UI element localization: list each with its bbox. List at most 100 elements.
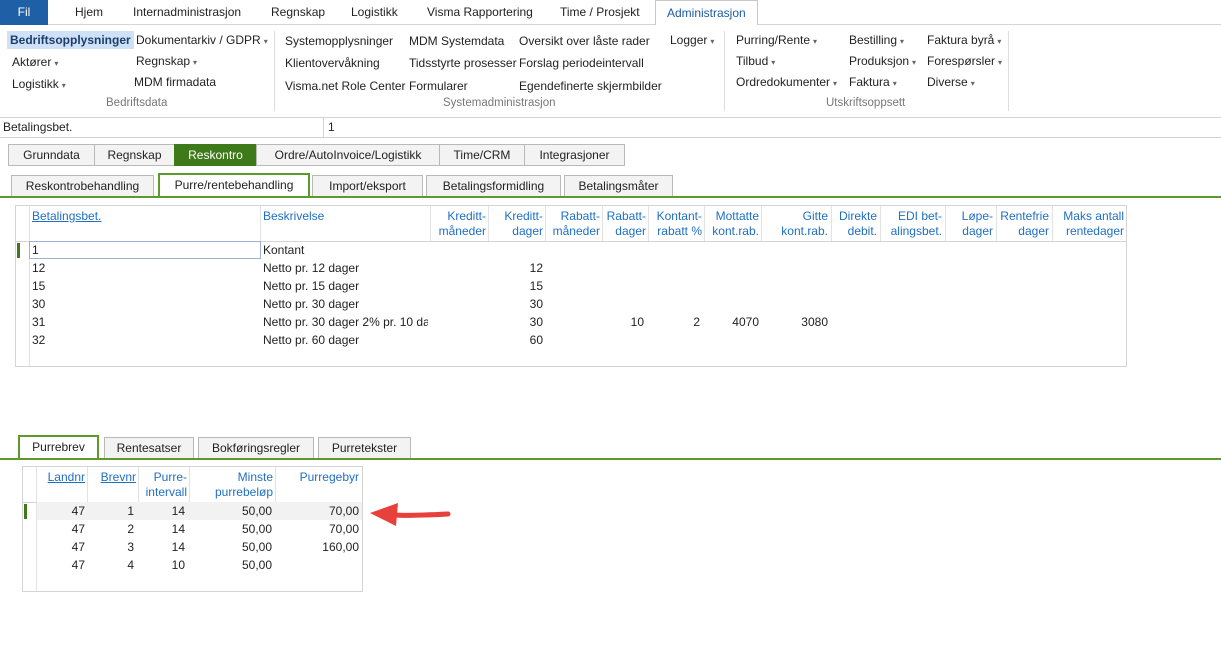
cell-desc[interactable]: Netto pr. 15 dager	[263, 277, 428, 295]
cell-kreditt-dager[interactable]: 30	[488, 313, 543, 331]
menu-logistikk[interactable]: Logistikk	[340, 0, 409, 25]
ribbon-formularer[interactable]: Formularer	[406, 77, 471, 95]
ribbon-tilbud[interactable]: Tilbud ▾	[733, 52, 778, 70]
cell-intervall[interactable]: 14	[138, 502, 185, 520]
address-value[interactable]: 1	[328, 120, 335, 134]
cell-kreditt-dager[interactable]: 30	[488, 295, 543, 313]
cell-code[interactable]: 32	[32, 331, 45, 349]
col-header-kontantrabatt[interactable]: Kontant-rabatt %	[648, 209, 702, 239]
tab-betalingsformidling[interactable]: Betalingsformidling	[426, 175, 561, 197]
col-header-purreintervall[interactable]: Purre-intervall	[138, 470, 187, 500]
col-header-brevnr[interactable]: Brevnr	[87, 470, 136, 485]
col-header-maks-rentedager[interactable]: Maks antall rentedager	[1052, 209, 1124, 239]
cell-kreditt-dager[interactable]: 60	[488, 331, 543, 349]
cell-minste[interactable]: 50,00	[189, 520, 272, 538]
tab-import-eksport[interactable]: Import/eksport	[312, 175, 423, 197]
col-header-rentefrie[interactable]: Rentefrie dager	[996, 209, 1049, 239]
col-header-kreditt-dager[interactable]: Kreditt-dager	[488, 209, 543, 239]
file-menu[interactable]: Fil	[0, 0, 48, 25]
cell-code[interactable]: 12	[32, 259, 45, 277]
cell-gebyr[interactable]: 70,00	[275, 502, 359, 520]
ribbon-forslag-periodeintervall[interactable]: Forslag periodeintervall	[516, 54, 647, 72]
menu-regnskap[interactable]: Regnskap	[260, 0, 336, 25]
ribbon-bedriftsopplysninger[interactable]: Bedriftsopplysninger	[7, 31, 134, 49]
col-header-gitte[interactable]: Gitte kont.rab.	[761, 209, 828, 239]
cell-desc[interactable]: Netto pr. 12 dager	[263, 259, 428, 277]
tab-purrebrev[interactable]: Purrebrev	[18, 435, 99, 459]
cell-desc[interactable]: Netto pr. 60 dager	[263, 331, 428, 349]
cell-intervall[interactable]: 10	[138, 556, 185, 574]
col-header-purregebyr[interactable]: Purregebyr	[275, 470, 359, 485]
ribbon-faktura[interactable]: Faktura ▾	[846, 73, 900, 91]
tab-bokforingsregler[interactable]: Bokføringsregler	[198, 437, 314, 459]
ribbon-tidsstyrte-prosesser[interactable]: Tidsstyrte prosesser	[406, 54, 520, 72]
cell-brevnr[interactable]: 1	[87, 502, 134, 520]
tab-time-crm[interactable]: Time/CRM	[439, 144, 525, 166]
cell-landnr[interactable]: 47	[37, 520, 85, 538]
menu-time-prosjekt[interactable]: Time / Prosjekt	[549, 0, 651, 25]
cell-landnr[interactable]: 47	[37, 502, 85, 520]
menu-internadministrasjon[interactable]: Internadministrasjon	[122, 0, 252, 25]
menu-visma-rapportering[interactable]: Visma Rapportering	[416, 0, 544, 25]
ribbon-mdm-firmadata[interactable]: MDM firmadata	[131, 73, 219, 91]
tab-ordre-autoinvoice[interactable]: Ordre/AutoInvoice/Logistikk	[256, 144, 440, 166]
cell-code[interactable]: 30	[32, 295, 45, 313]
cell-desc[interactable]: Netto pr. 30 dager	[263, 295, 428, 313]
tab-regnskap[interactable]: Regnskap	[94, 144, 175, 166]
cell-brevnr[interactable]: 4	[87, 556, 134, 574]
col-header-minste-purrebelop[interactable]: Minste purrebeløp	[189, 470, 273, 500]
cell-minste[interactable]: 50,00	[189, 538, 272, 556]
ribbon-dokumentarkiv[interactable]: Dokumentarkiv / GDPR ▾	[133, 31, 271, 49]
cell-intervall[interactable]: 14	[138, 520, 185, 538]
cell-gebyr[interactable]: 160,00	[275, 538, 359, 556]
cell-minste[interactable]: 50,00	[189, 502, 272, 520]
cell-intervall[interactable]: 14	[138, 538, 185, 556]
ribbon-logistikk[interactable]: Logistikk ▾	[9, 75, 69, 93]
cell-gebyr[interactable]	[275, 556, 359, 574]
cell-gebyr[interactable]: 70,00	[275, 520, 359, 538]
col-header-rabatt-dager[interactable]: Rabatt-dager	[602, 209, 646, 239]
col-header-rabatt-maneder[interactable]: Rabatt-måneder	[545, 209, 600, 239]
col-header-lopedager[interactable]: Løpe-dager	[945, 209, 993, 239]
col-header-edi[interactable]: EDI bet-alingsbet.	[880, 209, 942, 239]
tab-reskontro[interactable]: Reskontro	[174, 144, 257, 166]
tab-purre-rentebehandling[interactable]: Purre/rentebehandling	[158, 173, 310, 197]
cell-code[interactable]: 1	[32, 241, 39, 259]
cell-kontantrabatt[interactable]: 2	[648, 313, 700, 331]
tab-reskontrobehandling[interactable]: Reskontrobehandling	[11, 175, 154, 197]
cell-desc[interactable]: Kontant	[263, 241, 428, 259]
ribbon-purring-rente[interactable]: Purring/Rente ▾	[733, 31, 820, 49]
ribbon-systemopplysninger[interactable]: Systemopplysninger	[282, 32, 396, 50]
col-header-landnr[interactable]: Landnr	[37, 470, 85, 485]
ribbon-ordredokumenter[interactable]: Ordredokumenter ▾	[733, 73, 840, 91]
ribbon-aktorer[interactable]: Aktører ▾	[9, 53, 61, 71]
cell-brevnr[interactable]: 3	[87, 538, 134, 556]
menu-administrasjon[interactable]: Administrasjon	[655, 0, 758, 26]
menu-hjem[interactable]: Hjem	[64, 0, 114, 25]
ribbon-produksjon[interactable]: Produksjon ▾	[846, 52, 919, 70]
cell-code[interactable]: 31	[32, 313, 45, 331]
tab-purretekster[interactable]: Purretekster	[318, 437, 411, 459]
tab-integrasjoner[interactable]: Integrasjoner	[524, 144, 625, 166]
col-header-mottatte[interactable]: Mottatte kont.rab.	[704, 209, 759, 239]
ribbon-regnskap[interactable]: Regnskap ▾	[133, 52, 200, 70]
col-header-kreditt-maneder[interactable]: Kreditt-måneder	[430, 209, 486, 239]
cell-desc[interactable]: Netto pr. 30 dager 2% pr. 10 dag	[263, 313, 428, 331]
ribbon-klientovervakning[interactable]: Klientovervåkning	[282, 54, 383, 72]
col-header-beskrivelse[interactable]: Beskrivelse	[263, 209, 324, 224]
cell-landnr[interactable]: 47	[37, 556, 85, 574]
ribbon-diverse[interactable]: Diverse ▾	[924, 73, 978, 91]
ribbon-mdm-systemdata[interactable]: MDM Systemdata	[406, 32, 507, 50]
cell-brevnr[interactable]: 2	[87, 520, 134, 538]
cell-rabatt-dager[interactable]: 10	[602, 313, 644, 331]
cell-kreditt-dager[interactable]: 15	[488, 277, 543, 295]
tab-grunndata[interactable]: Grunndata	[8, 144, 95, 166]
cell-kreditt-dager[interactable]: 12	[488, 259, 543, 277]
ribbon-faktura-byra[interactable]: Faktura byrå ▾	[924, 31, 1004, 49]
ribbon-foresporsler[interactable]: Forespørsler ▾	[924, 52, 1005, 70]
ribbon-oversikt-laste-rader[interactable]: Oversikt over låste rader	[516, 32, 653, 50]
col-header-direkte-debit[interactable]: Direkte debit.	[831, 209, 877, 239]
ribbon-role-center[interactable]: Visma.net Role Center	[282, 77, 409, 95]
cell-mottatte[interactable]: 4070	[704, 313, 759, 331]
ribbon-logger[interactable]: Logger ▾	[667, 31, 717, 49]
